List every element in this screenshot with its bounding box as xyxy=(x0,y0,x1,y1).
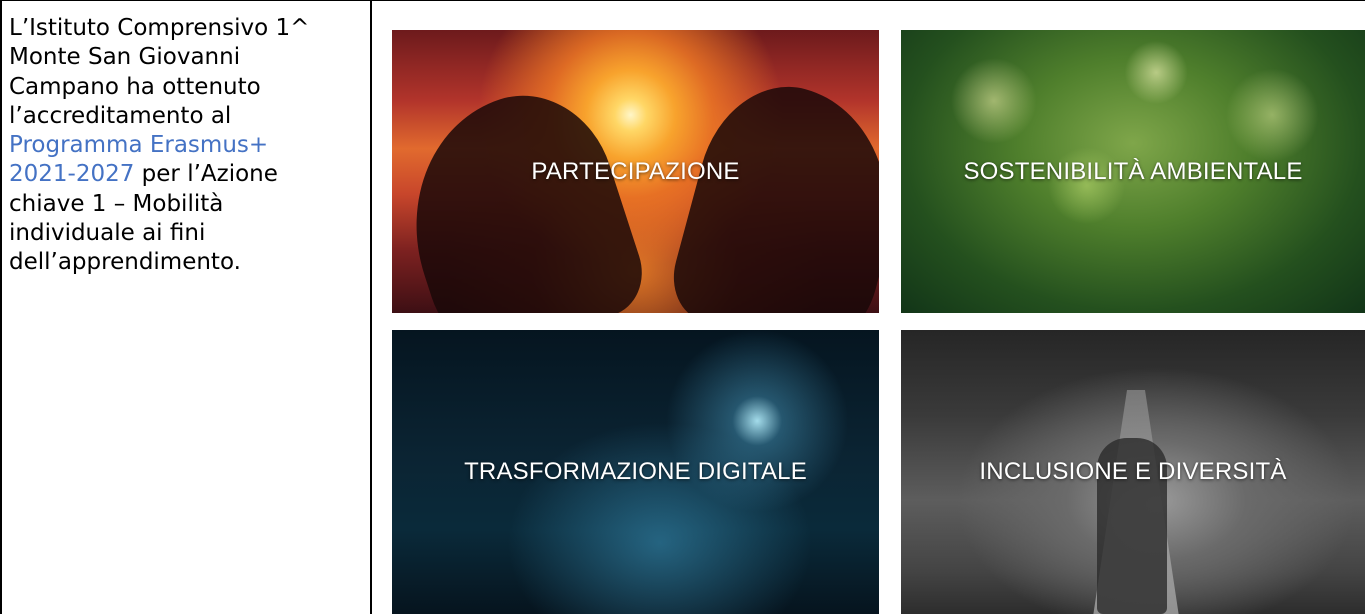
table-top-border xyxy=(0,0,1365,1)
hand-silhouette-image xyxy=(392,73,654,313)
tile-label: TRASFORMAZIONE DIGITALE xyxy=(464,458,807,485)
intro-after-link: per l’Azione xyxy=(134,161,278,188)
tile-sostenibilita-ambientale: SOSTENIBILITÀ AMBIENTALE xyxy=(901,30,1365,313)
intro-line: Monte San Giovanni xyxy=(9,44,241,71)
intro-line: dell’apprendimento. xyxy=(9,249,241,276)
intro-line: individuale ai fini xyxy=(9,220,206,247)
erasmus-period-link[interactable]: 2021-2027 xyxy=(9,161,134,187)
intro-line: chiave 1 – Mobilità xyxy=(9,190,224,217)
hand-silhouette-image xyxy=(663,68,879,313)
tile-inclusione-e-diversita: INCLUSIONE E DIVERSITÀ xyxy=(901,330,1365,614)
table-column-divider xyxy=(370,0,372,614)
intro-line: l’accreditamento al xyxy=(9,102,232,129)
intro-link-line-2: 2021-2027 per l’Azione xyxy=(9,160,364,189)
erasmus-program-link[interactable]: Programma Erasmus+ xyxy=(9,132,268,158)
tile-partecipazione: PARTECIPAZIONE xyxy=(392,30,879,313)
tile-trasformazione-digitale: TRASFORMAZIONE DIGITALE xyxy=(392,330,879,614)
intro-link-line: Programma Erasmus+ xyxy=(9,131,364,160)
intro-line: Campano ha ottenuto xyxy=(9,73,261,100)
intro-text-cell: L’Istituto Comprensivo 1^ Monte San Giov… xyxy=(9,14,364,278)
tile-label: SOSTENIBILITÀ AMBIENTALE xyxy=(963,157,1303,185)
document-table: L’Istituto Comprensivo 1^ Monte San Giov… xyxy=(0,0,1365,614)
tile-label: INCLUSIONE E DIVERSITÀ xyxy=(979,458,1287,485)
table-left-border xyxy=(0,0,2,614)
intro-line: L’Istituto Comprensivo 1^ xyxy=(9,15,310,41)
tile-label: PARTECIPAZIONE xyxy=(531,157,740,185)
